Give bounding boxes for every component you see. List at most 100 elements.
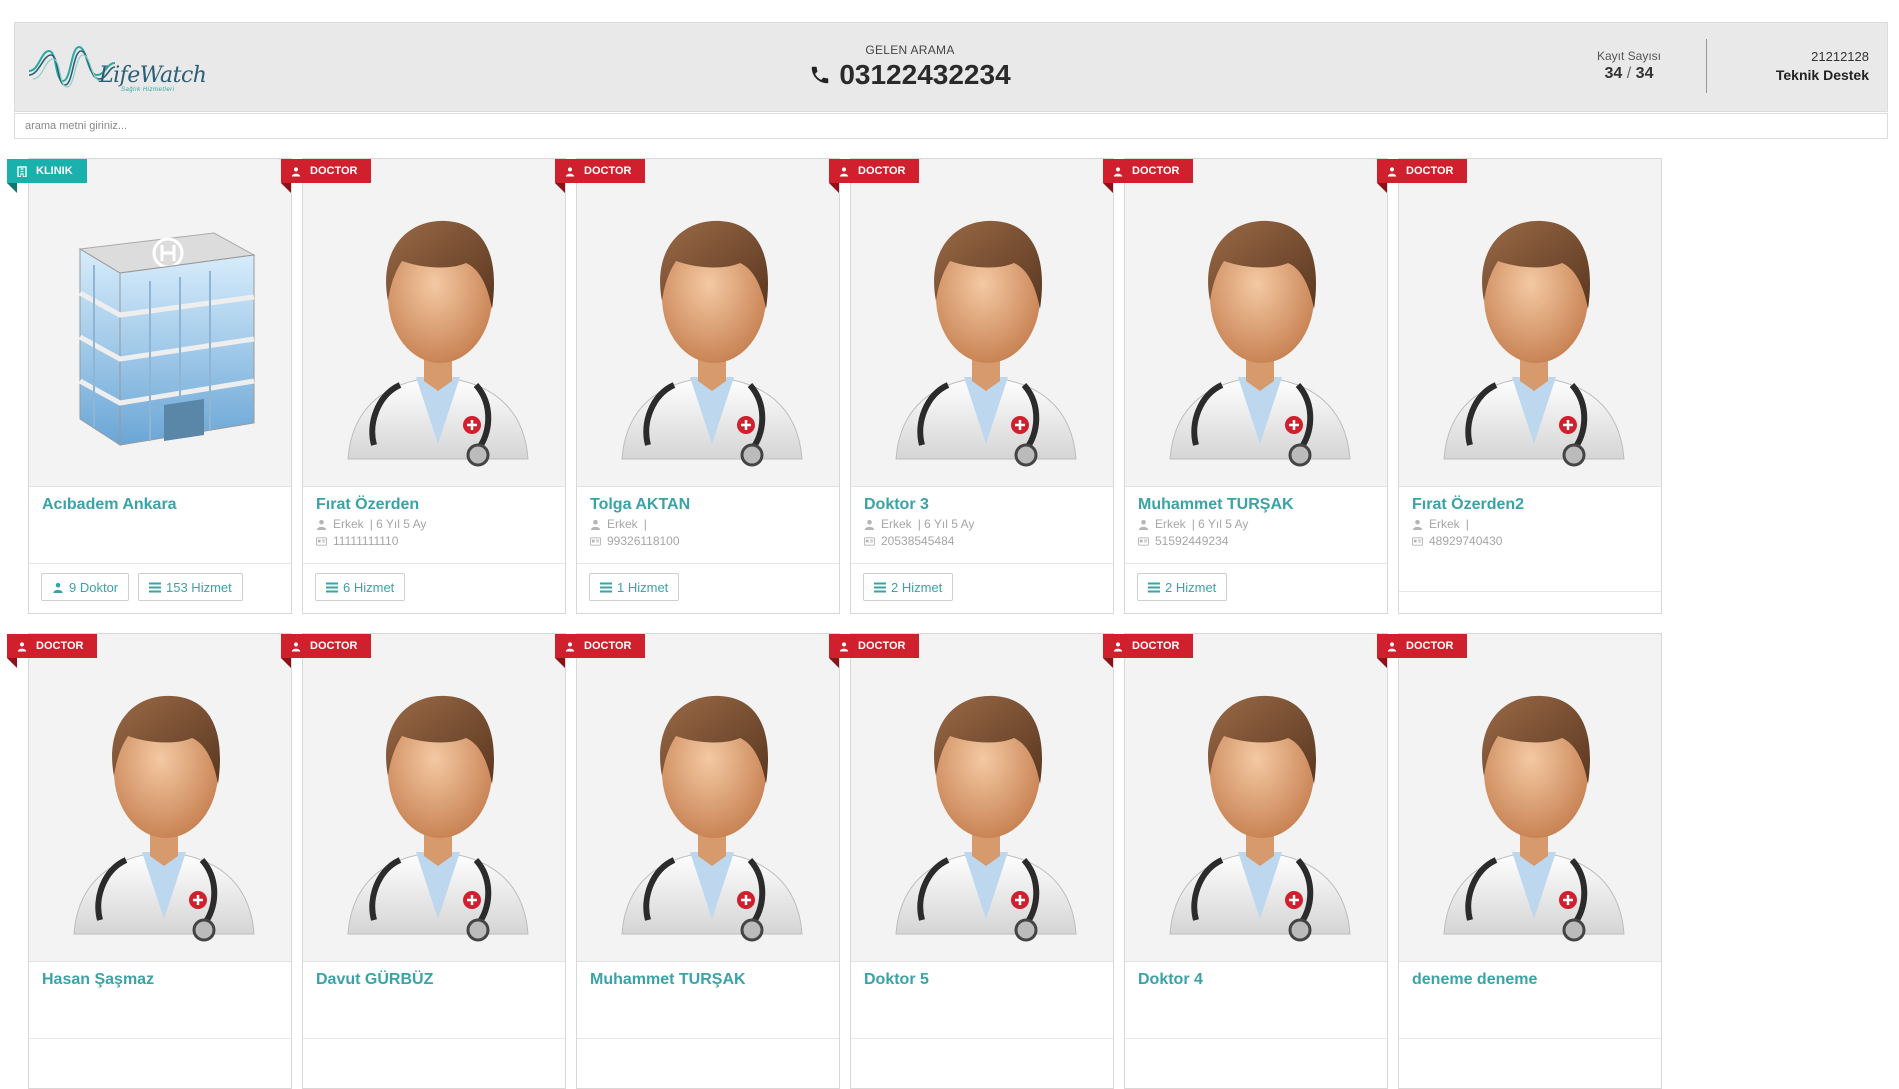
doctor-ribbon: DOCTOR [829,634,920,668]
doctor-count-button[interactable]: 9 Doktor [41,573,130,601]
card-gender: Erkek [1155,517,1186,531]
doctor-card[interactable]: DOCTOR Davut GÜRBÜZ [281,633,566,1089]
building-icon [17,165,36,177]
card-id-number-row: 99326118100 [590,534,680,548]
card-name-link[interactable]: Doktor 5 [864,971,929,989]
card-experience: | [1465,517,1469,531]
lifewatch-logo[interactable]: LifeWatch Sağlık Hizmetleri [27,41,207,97]
doctor-card[interactable]: DOCTOR Fırat Özerden Erkek | 6 Yıl 5 Ay 111… [281,158,566,614]
user-info[interactable]: 21212128 Teknik Destek [1776,49,1869,83]
card-type-label: DOCTOR [1132,165,1180,177]
service-count-button[interactable]: 6 Hizmet [315,573,406,601]
doctor-card[interactable]: DOCTOR Muhammet TURŞAK Erkek | 6 Yıl 5 Ay 5… [1103,158,1388,614]
doctor-ribbon: DOCTOR [1377,159,1468,193]
card-gender-experience: Erkek | 6 Yıl 5 Ay [1138,517,1248,531]
record-count-separator: / [1626,65,1632,82]
logo-text: LifeWatch [99,63,207,88]
card-gender-experience: Erkek | 6 Yıl 5 Ay [864,517,974,531]
doctor-avatar-icon[interactable] [1125,159,1387,487]
doctor-avatar-icon[interactable] [577,159,839,487]
button-label: 6 Hizmet [343,579,395,595]
user-md-icon [1387,641,1406,652]
service-count-button[interactable]: 1 Hizmet [589,573,680,601]
doctor-ribbon: DOCTOR [7,634,98,668]
card-id-number: 51592449234 [1155,534,1229,548]
card-name-link[interactable]: Tolga AKTAN [590,496,690,514]
card-footer-divider [851,1038,1113,1039]
doctor-avatar-icon[interactable] [1399,634,1661,962]
user-md-icon [1113,641,1132,652]
doctor-card[interactable]: DOCTOR Tolga AKTAN Erkek | 99326118100 1 Hiz… [555,158,840,614]
doctor-avatar-icon[interactable] [1125,634,1387,962]
card-name-link[interactable]: Muhammet TURŞAK [590,971,746,989]
card-gender-experience: Erkek | [590,517,647,531]
list-icon [874,582,891,593]
card-type-label: DOCTOR [1132,640,1180,652]
card-name-link[interactable]: Davut GÜRBÜZ [316,971,433,989]
doctor-card[interactable]: DOCTOR Doktor 4 [1103,633,1388,1089]
doctor-avatar-icon[interactable] [851,634,1113,962]
user-icon [52,582,69,593]
card-type-label: DOCTOR [584,165,632,177]
user-md-icon [1113,166,1132,177]
doctor-avatar-icon[interactable] [29,634,291,962]
card-footer-divider [851,563,1113,564]
user-icon [864,519,881,530]
doctor-avatar-icon[interactable] [1399,159,1661,487]
doctor-avatar-icon[interactable] [851,159,1113,487]
doctor-card[interactable]: DOCTOR Muhammet TURŞAK [555,633,840,1089]
doctor-ribbon: DOCTOR [281,159,372,193]
card-type-label: DOCTOR [36,640,84,652]
card-id-number: 48929740430 [1429,534,1503,548]
doctor-avatar-icon[interactable] [303,634,565,962]
card-name-link[interactable]: Doktor 4 [1138,971,1203,989]
card-footer-divider [1125,1038,1387,1039]
button-label: 2 Hizmet [891,579,943,595]
card-id-number-row: 20538545484 [864,534,954,548]
card-type-label: DOCTOR [584,640,632,652]
user-name: Teknik Destek [1775,67,1869,83]
card-name-link[interactable]: Muhammet TURŞAK [1138,496,1294,514]
doctor-card[interactable]: DOCTOR deneme deneme [1377,633,1662,1089]
service-count-button[interactable]: 2 Hizmet [1137,573,1228,601]
top-header: LifeWatch Sağlık Hizmetleri GELEN ARAMA … [14,22,1888,112]
card-name-link[interactable]: Fırat Özerden [316,496,419,514]
doctor-card[interactable]: DOCTOR Hasan Şaşmaz [7,633,292,1089]
card-type-label: DOCTOR [310,165,358,177]
doctor-ribbon: DOCTOR [829,159,920,193]
card-id-number-row: 51592449234 [1138,534,1228,548]
doctor-avatar-icon[interactable] [577,634,839,962]
card-name-link[interactable]: Fırat Özerden2 [1412,496,1524,514]
id-card-icon [1412,536,1429,547]
incoming-call: GELEN ARAMA 03122432234 [775,43,1045,91]
card-footer-divider [303,563,565,564]
clinic-card[interactable]: KLINIK Acıbadem Ankara 9 Doktor 153 Hizmet [7,158,292,614]
card-gender: Erkek [881,517,912,531]
doctor-ribbon: DOCTOR [1377,634,1468,668]
service-count-button[interactable]: 2 Hizmet [863,573,954,601]
card-footer-divider [1399,1038,1661,1039]
card-footer-divider [577,1038,839,1039]
doctor-card[interactable]: DOCTOR Doktor 5 [829,633,1114,1089]
service-count-button[interactable]: 153 Hizmet [138,573,243,601]
card-name-link[interactable]: deneme deneme [1412,971,1537,989]
doctor-card[interactable]: DOCTOR Fırat Özerden2 Erkek | 48929740430 [1377,158,1662,614]
incoming-call-label: GELEN ARAMA [865,43,955,57]
doctor-avatar-icon[interactable] [303,159,565,487]
doctor-ribbon: DOCTOR [1103,634,1194,668]
button-label: 2 Hizmet [1165,579,1217,595]
list-icon [326,582,343,593]
card-name-link[interactable]: Acıbadem Ankara [42,496,177,514]
card-type-label: DOCTOR [1406,640,1454,652]
doctor-card[interactable]: DOCTOR Doktor 3 Erkek | 6 Yıl 5 Ay 20538545… [829,158,1114,614]
incoming-call-row: 03122432234 [775,59,1045,91]
hospital-building-icon[interactable] [29,159,291,487]
card-name-link[interactable]: Doktor 3 [864,496,929,514]
card-name-link[interactable]: Hasan Şaşmaz [42,971,154,989]
search-input[interactable] [14,113,1888,139]
user-md-icon [1387,166,1406,177]
card-gender-experience: Erkek | 6 Yıl 5 Ay [316,517,426,531]
record-count-label: Kayıt Sayısı [1596,49,1662,63]
card-footer-divider [303,1038,565,1039]
card-gender-experience: Erkek | [1412,517,1469,531]
